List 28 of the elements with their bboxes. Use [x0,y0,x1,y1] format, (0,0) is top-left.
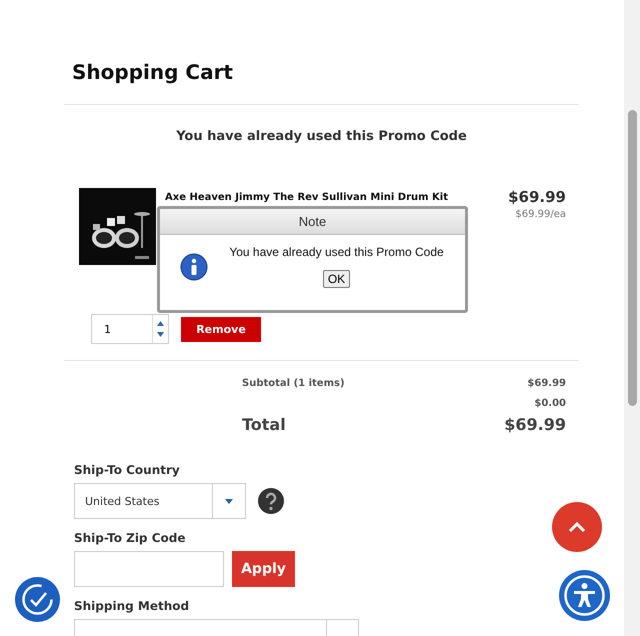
help-icon[interactable] [258,488,284,514]
quantity-field[interactable]: 1 [91,314,169,344]
promo-message: You have already used this Promo Code [175,129,468,144]
field-label: Ship-To Zip Code [74,531,186,545]
field-label: Shipping Method [74,599,190,613]
field-label: Ship-To Country [74,463,180,477]
dialog-title: Note [160,209,465,235]
summary-value: $69.99 [527,378,566,388]
dialog-message: You have already used this Promo Code [229,245,444,259]
page-title: Shopping Cart [72,60,233,84]
caret-icon [225,498,233,504]
chevron-up-icon [568,521,586,533]
unit-price: $69.99/ea [514,209,566,220]
subtotal-label: Subtotal (1 items) [242,378,345,388]
scrollbar-thumb[interactable] [628,110,637,406]
info-icon [180,253,208,281]
zip-code-field[interactable] [74,551,224,587]
apply-button[interactable]: Apply [232,551,295,587]
spinner-icon[interactable] [156,319,165,339]
ok-button[interactable]: OK [322,270,350,288]
accessibility-button[interactable] [559,570,610,621]
item-price: $69.99 [508,188,566,206]
country-select[interactable]: United States [74,483,246,519]
total-label: Total [242,414,286,434]
remove-button[interactable]: Remove [181,316,261,342]
total-value: $69.99 [504,414,566,434]
summary-value: $0.00 [534,398,566,408]
scroll-to-top-button[interactable] [552,502,602,552]
